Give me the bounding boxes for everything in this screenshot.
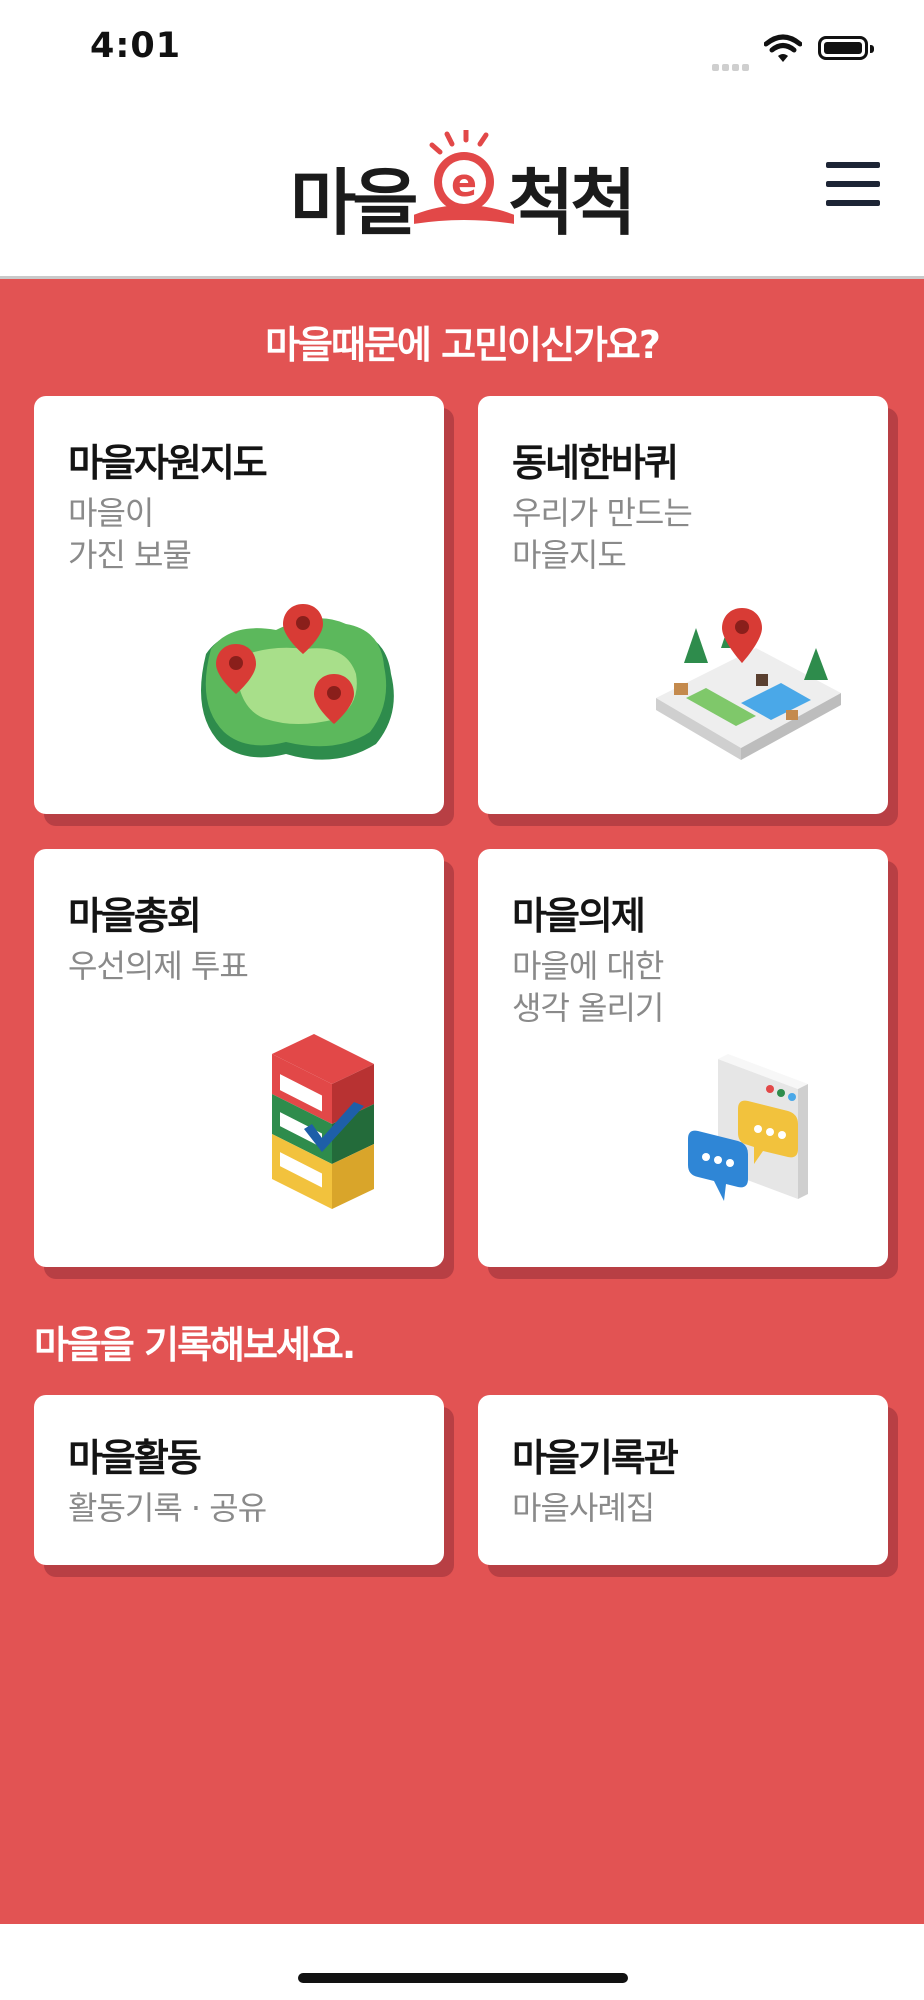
logo-text-left: 마을 xyxy=(290,161,419,245)
card-title: 마을활동 xyxy=(68,1436,202,1480)
card-title: 마을총회 xyxy=(68,894,202,938)
ballot-box-icon xyxy=(272,1034,374,1209)
card-desc-line: 가진 보물 xyxy=(68,536,192,574)
cellular-signal-icon xyxy=(712,56,752,75)
card-desc-line: 마을지도 xyxy=(512,536,627,574)
card-description: 마을사례집 xyxy=(512,1489,655,1527)
logo-text-right: 척척 xyxy=(508,161,637,245)
main-content: 마을때문에 고민이신가요? 마을자원지도 마을이 가진 보물 동네한바퀴 우리가… xyxy=(0,279,924,1924)
card-desc-line: 우선의제 투표 xyxy=(68,947,249,985)
speech-bubbles-icon xyxy=(688,1054,808,1201)
app-header: 마을 e 척척 xyxy=(0,100,924,279)
home-indicator[interactable] xyxy=(298,1973,628,1983)
card-village-assembly[interactable]: 마을총회 우선의제 투표 xyxy=(34,849,444,1267)
menu-line-icon xyxy=(826,162,880,168)
card-title: 동네한바퀴 xyxy=(512,441,679,485)
battery-icon xyxy=(818,36,874,60)
card-description: 마을이 가진 보물 xyxy=(68,492,192,576)
card-desc-line: 마을이 xyxy=(68,494,154,532)
card-description: 우리가 만드는 마을지도 xyxy=(512,492,693,576)
card-desc-line: 생각 올리기 xyxy=(512,989,664,1027)
village-map-icon xyxy=(201,604,394,760)
card-description: 활동기록 · 공유 xyxy=(68,1489,267,1527)
card-title: 마을자원지도 xyxy=(68,441,268,485)
card-neighborhood-walk[interactable]: 동네한바퀴 우리가 만드는 마을지도 xyxy=(478,396,888,814)
logo-e-sun-icon: e xyxy=(414,130,514,224)
menu-line-icon xyxy=(826,200,880,206)
card-description: 우선의제 투표 xyxy=(68,945,249,987)
card-village-activity[interactable]: 마을활동 활동기록 · 공유 xyxy=(34,1395,444,1565)
card-title: 마을기록관 xyxy=(512,1436,679,1480)
wifi-icon xyxy=(764,34,802,62)
card-village-agenda[interactable]: 마을의제 마을에 대한 생각 올리기 xyxy=(478,849,888,1267)
neighborhood-map-pin-icon xyxy=(656,608,841,760)
card-desc-line: 우리가 만드는 xyxy=(512,494,693,532)
app-logo[interactable]: 마을 e 척척 xyxy=(290,130,640,245)
status-bar: 4:01 xyxy=(0,0,924,100)
svg-text:e: e xyxy=(451,161,477,205)
card-title: 마을의제 xyxy=(512,894,646,938)
hamburger-menu-button[interactable] xyxy=(826,162,880,206)
menu-line-icon xyxy=(826,181,880,187)
section-title-record: 마을을 기록해보세요. xyxy=(34,1323,356,1367)
status-time: 4:01 xyxy=(90,26,182,66)
card-description: 마을에 대한 생각 올리기 xyxy=(512,945,664,1029)
card-village-archive[interactable]: 마을기록관 마을사례집 xyxy=(478,1395,888,1565)
section-title-problem: 마을때문에 고민이신가요? xyxy=(265,323,661,367)
card-village-resource-map[interactable]: 마을자원지도 마을이 가진 보물 xyxy=(34,396,444,814)
home-bar xyxy=(0,1924,924,2000)
card-desc-line: 마을에 대한 xyxy=(512,947,664,985)
